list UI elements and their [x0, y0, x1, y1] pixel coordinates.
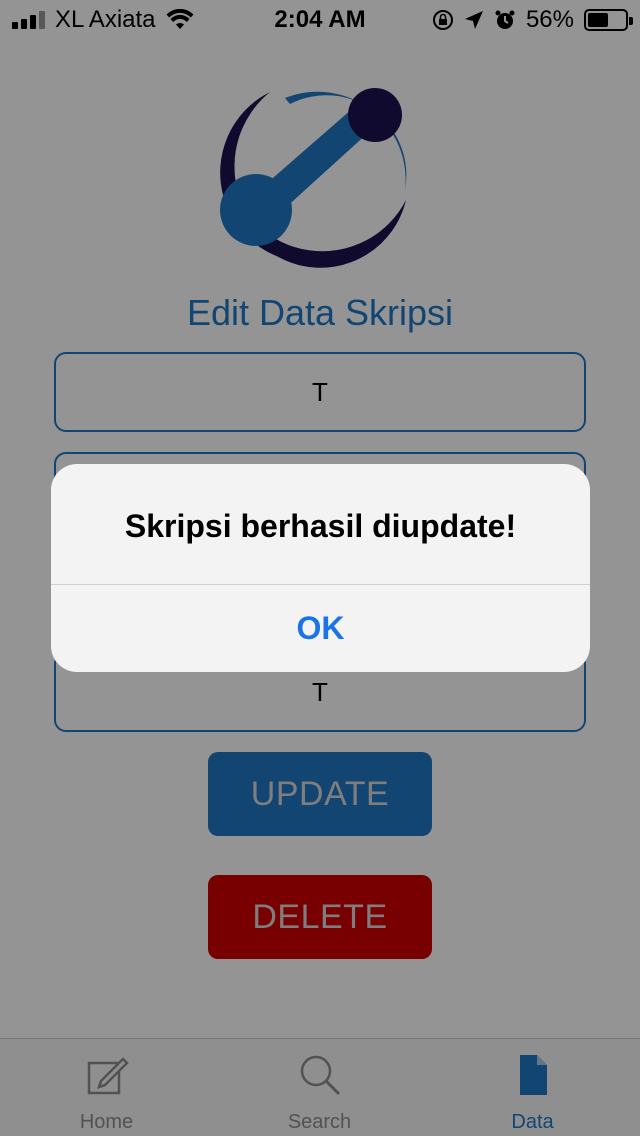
alert-dialog: Skripsi berhasil diupdate! OK: [51, 464, 590, 672]
ok-button[interactable]: OK: [51, 585, 590, 672]
alert-message: Skripsi berhasil diupdate!: [124, 508, 517, 544]
app-screen: XL Axiata 2:04 AM 56% Edit Data Skripsi …: [0, 0, 640, 1136]
